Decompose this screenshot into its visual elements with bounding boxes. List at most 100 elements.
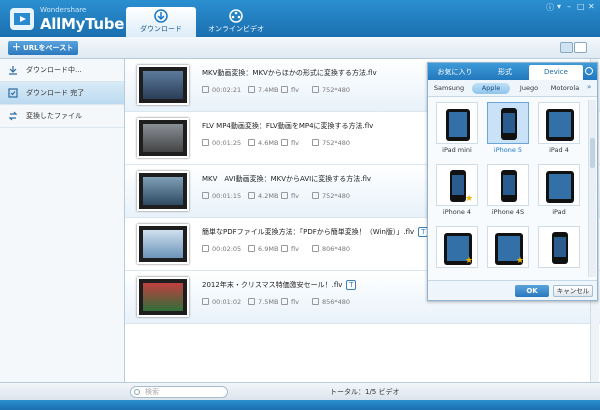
duration: 00:01:02: [202, 298, 241, 306]
device-ipad-mini[interactable]: iPad mini: [432, 100, 482, 158]
maximize-button[interactable]: □: [577, 2, 585, 11]
file-size: 4.6MB: [248, 139, 278, 147]
paste-url-button[interactable]: ＋ URLをペースト: [8, 41, 78, 55]
device-iphone-4[interactable]: ★ iPhone 4: [432, 162, 482, 220]
resolution: 752*480: [312, 139, 350, 147]
sidebar-item-label: ダウンロード 完了: [26, 89, 85, 97]
brand-motorola[interactable]: Motorola: [547, 83, 583, 94]
video-thumbnail: [137, 118, 189, 158]
brand-tagline: Wondershare: [40, 6, 87, 14]
star-icon: ★: [465, 194, 474, 204]
format-icon: [281, 139, 288, 146]
star-icon: ★: [516, 256, 525, 266]
sidebar: ダウンロード中... ダウンロード 完了 変換したファイル: [0, 59, 125, 395]
sidebar-item-downloading[interactable]: ダウンロード中...: [0, 59, 124, 82]
brand-samsung[interactable]: Samsung: [431, 83, 467, 94]
clock-icon: [202, 139, 209, 146]
device-iphone-classic[interactable]: [534, 224, 584, 277]
format: flv: [281, 86, 299, 94]
video-thumbnail: [137, 277, 189, 317]
device-ipad-variant[interactable]: ★: [432, 224, 482, 277]
search-placeholder: 検索: [145, 388, 159, 396]
video-title: MKV動画変換：MKVからほかの形式に変換する方法.flv: [202, 69, 377, 77]
sidebar-item-downloaded[interactable]: ダウンロード 完了: [0, 82, 124, 105]
cancel-button[interactable]: キャンセル: [553, 285, 593, 297]
file-icon: [248, 298, 255, 305]
close-button[interactable]: ✕: [588, 2, 595, 11]
resolution: 806*480: [312, 245, 350, 253]
duration: 00:02:05: [202, 245, 241, 253]
video-title: 2012年末・クリスマス特価激安セール！.flv T: [202, 280, 357, 290]
video-title: 簡単なPDFファイル変換方法：「PDFから簡単変換！（Win版）」.flv T: [202, 227, 429, 237]
device-ipad-4[interactable]: iPad 4: [534, 100, 584, 158]
tab-download-label: ダウンロード: [140, 25, 182, 33]
total-count: トータル：1/5 ビデオ: [330, 388, 400, 396]
brand-juego[interactable]: Juego: [515, 83, 543, 94]
list-view-icon[interactable]: [560, 42, 573, 53]
subtitle-badge[interactable]: T: [346, 280, 357, 290]
ok-button[interactable]: OK: [515, 285, 549, 297]
clock-icon: [202, 298, 209, 305]
file-size: 7.4MB: [248, 86, 278, 94]
file-size: 4.2MB: [248, 192, 278, 200]
device-ipad-variant[interactable]: ★: [483, 224, 533, 277]
search-input[interactable]: 検索: [130, 386, 228, 398]
resolution-icon: [312, 86, 319, 93]
brand-apple[interactable]: Apple: [472, 83, 510, 94]
file-size: 6.9MB: [248, 245, 278, 253]
status-bar: 検索 トータル：1/5 ビデオ: [0, 382, 600, 400]
title-bar: Wondershare AllMyTube ダウンロード オンラインビデオ ⓘ …: [0, 0, 600, 37]
tab-favorites[interactable]: お気に入り: [428, 65, 482, 80]
video-thumbnail: [137, 65, 189, 105]
resolution: 856*480: [312, 298, 350, 306]
sidebar-item-label: ダウンロード中...: [26, 66, 82, 74]
file-icon: [248, 245, 255, 252]
tab-download[interactable]: ダウンロード: [126, 7, 196, 37]
device-label: iPhone 4S: [491, 208, 525, 216]
search-icon: [134, 389, 140, 395]
file-icon: [248, 86, 255, 93]
device-iphone-5[interactable]: iPhone 5: [483, 100, 533, 158]
device-ipad[interactable]: iPad: [534, 162, 584, 220]
search-icon[interactable]: [585, 67, 593, 75]
toolbar: ＋ URLをペースト: [0, 37, 600, 59]
minimize-button[interactable]: –: [567, 2, 571, 11]
popup-footer: OK キャンセル: [428, 280, 597, 300]
format: flv: [281, 298, 299, 306]
clock-icon: [202, 192, 209, 199]
plus-icon: ＋: [12, 43, 22, 53]
file-icon: [248, 139, 255, 146]
detail-view-icon[interactable]: [574, 42, 587, 53]
resolution: 752*480: [312, 86, 350, 94]
duration: 00:01:25: [202, 139, 241, 147]
info-icon[interactable]: ⓘ: [546, 2, 554, 13]
format-icon: [281, 298, 288, 305]
app-title: AllMyTube: [40, 15, 125, 33]
device-iphone-4s[interactable]: iPhone 4S: [483, 162, 533, 220]
popup-scrollbar[interactable]: [588, 100, 596, 277]
paste-url-label: URLをペースト: [23, 44, 74, 52]
clock-icon: [202, 86, 209, 93]
device-grid: iPad mini iPhone 5 iPad 4 ★ iPhone 4 iPh…: [430, 100, 586, 277]
download-arrow-icon: [9, 66, 17, 75]
tab-format[interactable]: 形式: [478, 65, 532, 80]
device-label: iPhone 5: [493, 146, 523, 154]
sidebar-item-converted[interactable]: 変換したファイル: [0, 105, 124, 128]
file-icon: [248, 192, 255, 199]
format: flv: [281, 139, 299, 147]
duration: 00:02:21: [202, 86, 241, 94]
tab-device[interactable]: Device: [529, 65, 583, 80]
resolution-icon: [312, 245, 319, 252]
menu-dropdown-icon[interactable]: ▾: [557, 2, 561, 11]
format: flv: [281, 245, 299, 253]
tab-online-video[interactable]: オンラインビデオ: [200, 7, 272, 37]
format-icon: [281, 86, 288, 93]
device-label: iPad mini: [442, 146, 472, 154]
tab-online-video-label: オンラインビデオ: [208, 25, 264, 33]
clock-icon: [202, 245, 209, 252]
resolution-icon: [312, 192, 319, 199]
chevron-down-icon[interactable]: »: [587, 83, 591, 91]
app-logo-icon: [10, 8, 34, 30]
resolution-icon: [312, 139, 319, 146]
convert-icon: [8, 111, 18, 121]
